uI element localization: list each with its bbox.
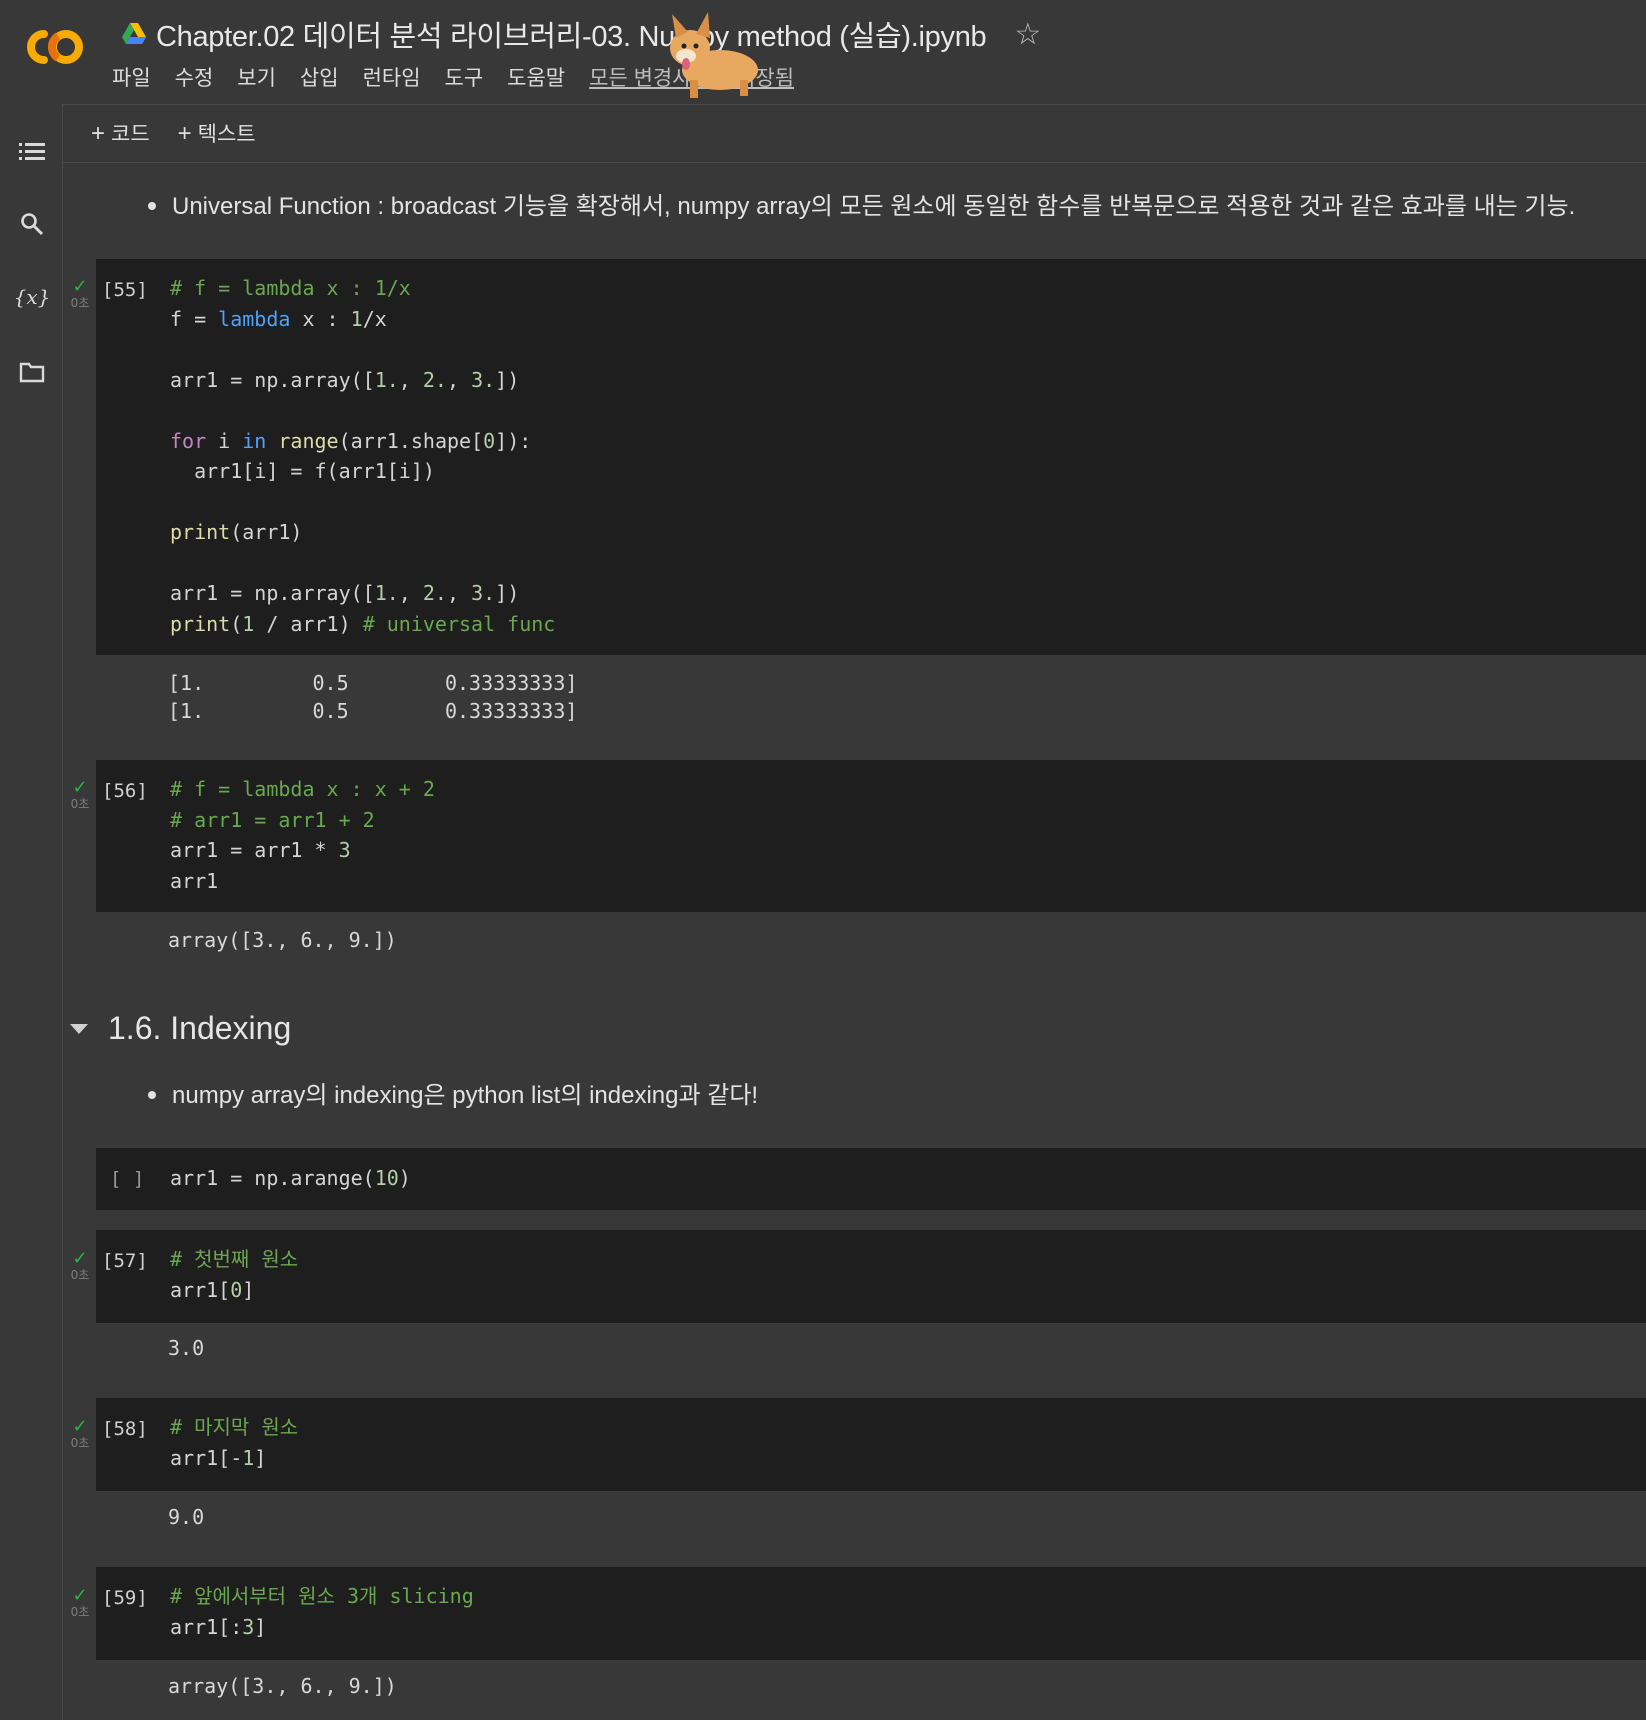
code-editor[interactable]: # f = lambda x : 1/x f = lambda x : 1/x … (170, 273, 555, 639)
cell-status[interactable]: ✓ 0초 (68, 1585, 92, 1620)
execution-count: [59] (102, 1587, 148, 1609)
success-check-icon: ✓ (72, 1416, 88, 1437)
success-check-icon: ✓ (72, 1248, 88, 1269)
add-code-button[interactable]: + 코드 (91, 118, 150, 148)
menu-edit[interactable]: 수정 (175, 62, 214, 92)
code-editor[interactable]: # 첫번째 원소 arr1[0] (170, 1244, 298, 1305)
code-editor[interactable]: # 마지막 원소 arr1[-1] (170, 1412, 298, 1473)
corgi-mascot-icon (670, 12, 758, 98)
menu-tools[interactable]: 도구 (445, 62, 484, 92)
code-editor[interactable]: # 앞에서부터 원소 3개 slicing arr1[:3] (170, 1581, 474, 1642)
search-icon[interactable] (14, 206, 50, 242)
cell-status[interactable]: ✓ 0초 (68, 1416, 92, 1451)
success-check-icon: ✓ (72, 777, 88, 798)
notebook-toolbar: + 코드 + 텍스트 (63, 104, 1646, 163)
cell-status[interactable]: ✓ 0초 (68, 276, 92, 311)
bullet (148, 1090, 156, 1099)
execution-count: [58] (102, 1418, 148, 1440)
variables-icon[interactable]: {x} (14, 279, 51, 315)
menu-view[interactable]: 보기 (237, 62, 276, 92)
cell-output: 3.0 (168, 1336, 205, 1360)
add-text-button[interactable]: + 텍스트 (178, 118, 256, 148)
menu-help[interactable]: 도움말 (507, 62, 565, 92)
cell-output: array([3., 6., 9.]) (168, 1674, 397, 1698)
google-drive-icon[interactable] (122, 23, 146, 45)
colab-logo-icon[interactable] (22, 26, 88, 68)
menu-file[interactable]: 파일 (112, 62, 151, 92)
execution-count: [57] (102, 1250, 148, 1272)
code-cell[interactable]: [55] # f = lambda x : 1/x f = lambda x :… (96, 259, 1646, 655)
cell-output: array([3., 6., 9.]) (168, 928, 397, 952)
success-check-icon: ✓ (72, 276, 88, 297)
cell-output: [1. 0.5 0.33333333] [1. 0.5 0.33333333] (168, 671, 578, 723)
code-cell[interactable]: [56] # f = lambda x : x + 2 # arr1 = arr… (96, 760, 1646, 912)
code-cell[interactable]: [59] # 앞에서부터 원소 3개 slicing arr1[:3] (96, 1567, 1646, 1660)
code-editor[interactable]: arr1 = np.arange(10) (170, 1163, 411, 1194)
code-cell[interactable]: [58] # 마지막 원소 arr1[-1] (96, 1398, 1646, 1491)
left-sidebar: {x} (0, 104, 63, 1720)
folder-icon[interactable] (14, 354, 50, 390)
table-of-contents-icon[interactable] (14, 134, 50, 170)
cell-status[interactable]: ✓ 0초 (68, 777, 92, 812)
menu-runtime[interactable]: 런타임 (363, 62, 421, 92)
top-header: Chapter.02 데이터 분석 라이브러리-03. Numpy method… (0, 0, 1646, 105)
text-cell-indexing[interactable]: numpy array의 indexing은 python list의 inde… (148, 1075, 758, 1110)
star-icon[interactable]: ☆ (1014, 17, 1041, 52)
cell-output: 9.0 (168, 1505, 205, 1529)
code-cell[interactable]: [ ] arr1 = np.arange(10) (96, 1148, 1646, 1210)
execution-count: [55] (102, 279, 148, 301)
success-check-icon: ✓ (72, 1585, 88, 1606)
execution-count: [56] (102, 780, 148, 802)
menu-insert[interactable]: 삽입 (300, 62, 339, 92)
text-cell-ufunc[interactable]: Universal Function : broadcast 기능을 확장해서,… (148, 186, 1575, 221)
bullet (148, 201, 156, 210)
execution-count: [ ] (110, 1168, 145, 1190)
notebook-title[interactable]: Chapter.02 데이터 분석 라이브러리-03. Numpy method… (156, 13, 987, 55)
collapse-caret-icon[interactable] (70, 1023, 88, 1034)
code-cell[interactable]: [57] # 첫번째 원소 arr1[0] (96, 1230, 1646, 1323)
code-editor[interactable]: # f = lambda x : x + 2 # arr1 = arr1 + 2… (170, 774, 435, 896)
section-heading: 1.6. Indexing (70, 1010, 291, 1047)
cell-status[interactable]: ✓ 0초 (68, 1248, 92, 1283)
